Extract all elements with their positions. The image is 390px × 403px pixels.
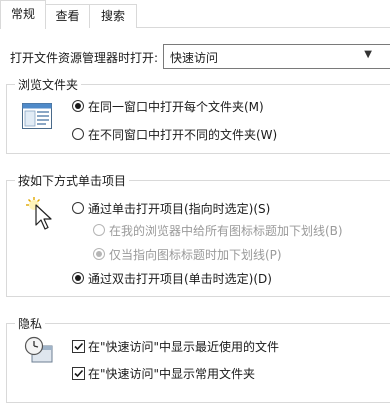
privacy-group: 隐私 xyxy=(6,315,390,403)
open-explorer-dropdown[interactable]: 快速访问 ▼ xyxy=(163,44,390,69)
privacy-clock-icon xyxy=(24,336,54,367)
checkbox-frequent-folders[interactable] xyxy=(72,367,85,380)
open-explorer-selected: 快速访问 xyxy=(170,51,219,65)
browse-folders-group: 浏览文件夹 xyxy=(6,76,390,154)
radio-underline-hover-label[interactable]: 仅当指向图标标题时加下划线(P) xyxy=(109,246,282,263)
tab-search[interactable]: 搜索 xyxy=(89,4,137,28)
radio-single-click-label[interactable]: 通过单击打开项目(指向时选定)(S) xyxy=(88,200,270,217)
radio-double-click-label[interactable]: 通过双击打开项目(单击时选定)(D) xyxy=(88,270,272,287)
chevron-down-icon: ▼ xyxy=(364,49,372,60)
browse-folders-title: 浏览文件夹 xyxy=(15,76,82,93)
radio-same-window-label[interactable]: 在同一窗口中打开每个文件夹(M) xyxy=(88,98,264,115)
radio-single-click[interactable] xyxy=(72,202,84,214)
radio-new-window[interactable] xyxy=(72,128,84,140)
radio-underline-hover[interactable] xyxy=(93,248,105,260)
checkbox-recent-files-label[interactable]: 在"快速访问"中显示最近使用的文件 xyxy=(88,338,279,355)
window-icon xyxy=(22,103,52,132)
tab-bar: 常规 查看 搜索 xyxy=(0,0,390,29)
privacy-title: 隐私 xyxy=(15,315,46,332)
radio-underline-all-label[interactable]: 在我的浏览器中给所有图标标题加下划线(B) xyxy=(109,222,343,239)
radio-double-click[interactable] xyxy=(72,272,84,284)
radio-same-window[interactable] xyxy=(72,100,84,112)
tab-general[interactable]: 常规 xyxy=(0,0,46,29)
click-items-title: 按如下方式单击项目 xyxy=(15,172,130,189)
radio-new-window-label[interactable]: 在不同窗口中打开不同的文件夹(W) xyxy=(88,126,277,143)
cursor-click-icon xyxy=(26,197,54,234)
tab-view[interactable]: 查看 xyxy=(44,4,91,28)
radio-underline-all[interactable] xyxy=(93,224,105,236)
checkbox-recent-files[interactable] xyxy=(72,340,85,353)
checkbox-frequent-folders-label[interactable]: 在"快速访问"中显示常用文件夹 xyxy=(88,365,255,382)
open-explorer-label: 打开文件资源管理器时打开: xyxy=(10,51,159,65)
